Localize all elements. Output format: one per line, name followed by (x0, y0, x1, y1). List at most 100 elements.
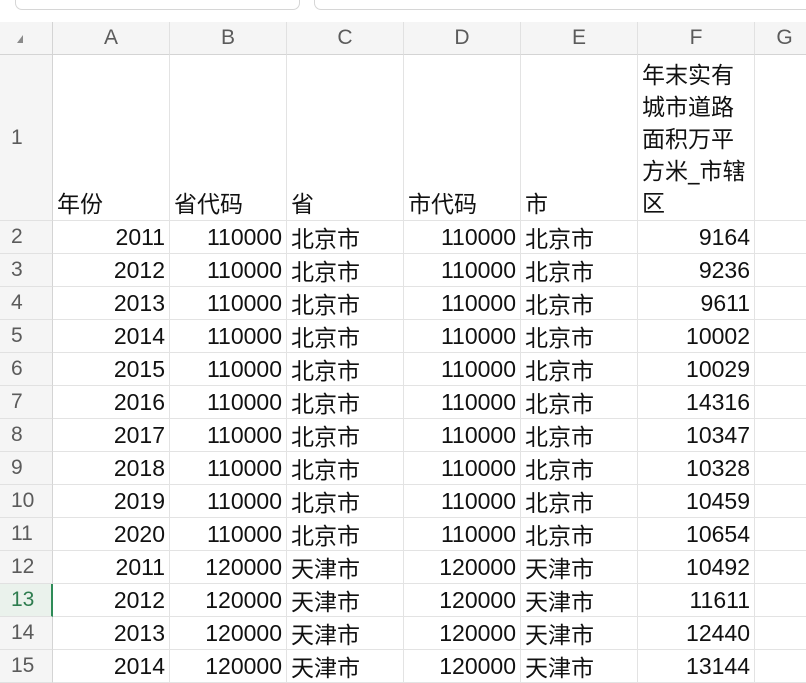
cell-e-8[interactable]: 北京市 (521, 419, 638, 452)
cell-a-6[interactable]: 2015 (53, 353, 170, 386)
row-header-4[interactable]: 4 (0, 287, 53, 320)
cell-d-9[interactable]: 110000 (404, 452, 521, 485)
cell-e-11[interactable]: 北京市 (521, 518, 638, 551)
cell-a-8[interactable]: 2017 (53, 419, 170, 452)
cell-b-13[interactable]: 120000 (170, 584, 287, 617)
column-header-a[interactable]: A (53, 22, 170, 55)
cell-d-4[interactable]: 110000 (404, 287, 521, 320)
row-header-1[interactable]: 1 (0, 55, 53, 221)
select-all-corner[interactable] (0, 22, 53, 55)
header-cell-d[interactable]: 市代码 (404, 55, 521, 221)
cell-c-6[interactable]: 北京市 (287, 353, 404, 386)
cell-g-5[interactable] (755, 320, 806, 353)
header-cell-f[interactable]: 年末实有城市道路面积万平方米_市辖区 (638, 55, 755, 221)
cell-c-10[interactable]: 北京市 (287, 485, 404, 518)
cell-e-3[interactable]: 北京市 (521, 254, 638, 287)
cell-g-6[interactable] (755, 353, 806, 386)
cell-b-8[interactable]: 110000 (170, 419, 287, 452)
row-header-12[interactable]: 12 (0, 551, 53, 584)
cell-b-9[interactable]: 110000 (170, 452, 287, 485)
cell-d-10[interactable]: 110000 (404, 485, 521, 518)
cell-e-7[interactable]: 北京市 (521, 386, 638, 419)
row-header-13[interactable]: 13 (0, 584, 53, 617)
header-cell-e[interactable]: 市 (521, 55, 638, 221)
cell-e-13[interactable]: 天津市 (521, 584, 638, 617)
cell-f-5[interactable]: 10002 (638, 320, 755, 353)
cell-f-15[interactable]: 13144 (638, 650, 755, 683)
cell-a-15[interactable]: 2014 (53, 650, 170, 683)
cell-f-11[interactable]: 10654 (638, 518, 755, 551)
cell-g-12[interactable] (755, 551, 806, 584)
cell-g-8[interactable] (755, 419, 806, 452)
cell-a-5[interactable]: 2014 (53, 320, 170, 353)
cell-f-8[interactable]: 10347 (638, 419, 755, 452)
column-header-c[interactable]: C (287, 22, 404, 55)
cell-b-6[interactable]: 110000 (170, 353, 287, 386)
cell-a-7[interactable]: 2016 (53, 386, 170, 419)
cell-a-12[interactable]: 2011 (53, 551, 170, 584)
row-header-15[interactable]: 15 (0, 650, 53, 683)
cell-c-15[interactable]: 天津市 (287, 650, 404, 683)
row-header-10[interactable]: 10 (0, 485, 53, 518)
cell-b-15[interactable]: 120000 (170, 650, 287, 683)
cell-b-5[interactable]: 110000 (170, 320, 287, 353)
cell-e-5[interactable]: 北京市 (521, 320, 638, 353)
cell-f-12[interactable]: 10492 (638, 551, 755, 584)
cell-f-4[interactable]: 9611 (638, 287, 755, 320)
row-header-3[interactable]: 3 (0, 254, 53, 287)
cell-e-2[interactable]: 北京市 (521, 221, 638, 254)
cell-c-13[interactable]: 天津市 (287, 584, 404, 617)
cell-f-14[interactable]: 12440 (638, 617, 755, 650)
cell-e-4[interactable]: 北京市 (521, 287, 638, 320)
cell-e-12[interactable]: 天津市 (521, 551, 638, 584)
cell-a-11[interactable]: 2020 (53, 518, 170, 551)
cell-d-5[interactable]: 110000 (404, 320, 521, 353)
cell-d-14[interactable]: 120000 (404, 617, 521, 650)
cell-b-12[interactable]: 120000 (170, 551, 287, 584)
cell-g-7[interactable] (755, 386, 806, 419)
header-cell-c[interactable]: 省 (287, 55, 404, 221)
cell-c-9[interactable]: 北京市 (287, 452, 404, 485)
cell-d-11[interactable]: 110000 (404, 518, 521, 551)
cell-b-2[interactable]: 110000 (170, 221, 287, 254)
cell-b-3[interactable]: 110000 (170, 254, 287, 287)
row-header-11[interactable]: 11 (0, 518, 53, 551)
cell-d-3[interactable]: 110000 (404, 254, 521, 287)
cell-g-4[interactable] (755, 287, 806, 320)
cell-e-9[interactable]: 北京市 (521, 452, 638, 485)
cell-a-2[interactable]: 2011 (53, 221, 170, 254)
cell-c-3[interactable]: 北京市 (287, 254, 404, 287)
cell-a-13[interactable]: 2012 (53, 584, 170, 617)
name-box[interactable] (15, 0, 300, 10)
column-header-g[interactable]: G (755, 22, 806, 55)
cell-f-13[interactable]: 11611 (638, 584, 755, 617)
row-header-7[interactable]: 7 (0, 386, 53, 419)
cell-g-11[interactable] (755, 518, 806, 551)
cell-f-2[interactable]: 9164 (638, 221, 755, 254)
cell-a-14[interactable]: 2013 (53, 617, 170, 650)
column-header-f[interactable]: F (638, 22, 755, 55)
cell-a-4[interactable]: 2013 (53, 287, 170, 320)
cell-g-13[interactable] (755, 584, 806, 617)
header-cell-a[interactable]: 年份 (53, 55, 170, 221)
cell-c-11[interactable]: 北京市 (287, 518, 404, 551)
cell-f-6[interactable]: 10029 (638, 353, 755, 386)
cell-c-5[interactable]: 北京市 (287, 320, 404, 353)
column-header-d[interactable]: D (404, 22, 521, 55)
cell-d-12[interactable]: 120000 (404, 551, 521, 584)
column-header-e[interactable]: E (521, 22, 638, 55)
cell-d-2[interactable]: 110000 (404, 221, 521, 254)
row-header-6[interactable]: 6 (0, 353, 53, 386)
cell-e-14[interactable]: 天津市 (521, 617, 638, 650)
cell-g-3[interactable] (755, 254, 806, 287)
cell-a-3[interactable]: 2012 (53, 254, 170, 287)
cell-d-6[interactable]: 110000 (404, 353, 521, 386)
header-cell-b[interactable]: 省代码 (170, 55, 287, 221)
row-header-2[interactable]: 2 (0, 221, 53, 254)
row-header-9[interactable]: 9 (0, 452, 53, 485)
cell-c-7[interactable]: 北京市 (287, 386, 404, 419)
cell-b-10[interactable]: 110000 (170, 485, 287, 518)
cell-g-9[interactable] (755, 452, 806, 485)
cell-f-9[interactable]: 10328 (638, 452, 755, 485)
cell-c-12[interactable]: 天津市 (287, 551, 404, 584)
